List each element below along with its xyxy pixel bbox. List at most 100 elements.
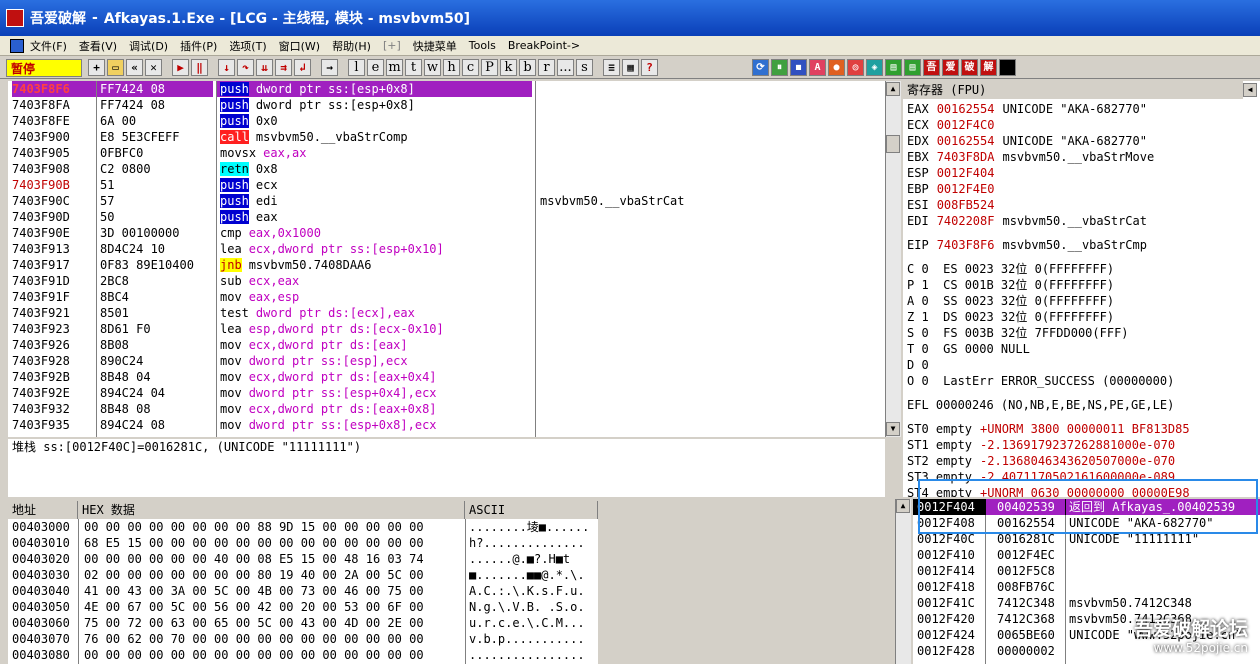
tool-memory[interactable]: m (386, 59, 403, 76)
tool-threads[interactable]: t (405, 59, 422, 76)
disasm-row[interactable]: 7403F92E 894C24 04 mov dword ptr ss:[esp+0x… (8, 385, 885, 401)
flag-row[interactable]: Z 1 DS 0023 32位 0(FFFFFFFF) (907, 309, 1257, 325)
mdi-window-icon[interactable] (10, 38, 24, 53)
menu-debug[interactable]: 调试(D) (129, 38, 168, 54)
register-efl[interactable]: EFL 00000246 (NO,NB,E,BE,NS,PE,GE,LE) (907, 397, 1257, 413)
scroll-thumb[interactable] (886, 135, 900, 153)
stack-row[interactable]: 0012F410 0012F4EC (913, 547, 1260, 563)
flag-row[interactable]: S 0 FS 003B 32位 7FFDD000(FFF) (907, 325, 1257, 341)
register-value[interactable]: 7403F8F6 (937, 238, 995, 252)
tool-run-trace[interactable]: ... (557, 59, 574, 76)
disasm-row[interactable]: 7403F92B 8B48 04 mov ecx,dword ptr ds:[eax+… (8, 369, 885, 385)
register-value[interactable]: 7402208F (937, 214, 995, 228)
plugin-green2-icon[interactable]: ▤ (885, 59, 902, 76)
black-icon[interactable] (999, 59, 1016, 76)
menu-view[interactable]: 查看(V) (79, 38, 117, 54)
disassembly-pane[interactable]: 7403F8F6 FF7424 08 push dword ptr ss:[esp+0… (8, 81, 885, 437)
disasm-row[interactable]: 7403F935 894C24 08 mov dword ptr ss:[esp+0x… (8, 417, 885, 433)
pause-icon[interactable]: ‖ (191, 59, 208, 76)
dump-row[interactable]: 00403070 76 00 62 00 70 00 00 00 00 00 00… (8, 631, 598, 647)
flag-row[interactable]: O 0 LastErr ERROR_SUCCESS (00000000) (907, 373, 1257, 389)
brand-char-4[interactable]: 解 (980, 59, 997, 76)
brand-char-2[interactable]: 爱 (942, 59, 959, 76)
execute-till-return-icon[interactable]: ↲ (294, 59, 311, 76)
register-value[interactable]: 00162554 (937, 102, 995, 116)
menu-file[interactable]: 文件(F) (30, 38, 67, 54)
plugin-blue-icon[interactable]: ◼ (790, 59, 807, 76)
step-over-icon[interactable]: ↷ (237, 59, 254, 76)
stack-row[interactable]: 0012F418 008FB76C (913, 579, 1260, 595)
menu-breakpoint[interactable]: BreakPoint-> (508, 39, 580, 52)
tool-executable-modules[interactable]: e (367, 59, 384, 76)
refresh-icon[interactable]: ⟳ (752, 59, 769, 76)
tool-patches[interactable]: P (481, 59, 498, 76)
scroll-down-icon[interactable]: ▼ (886, 422, 900, 436)
run-icon[interactable]: ▶ (172, 59, 189, 76)
disasm-row[interactable]: 7403F90C 57 push edi msvbvm50.__vbaStrCat (8, 193, 885, 209)
close-icon[interactable]: ✕ (145, 59, 162, 76)
dump-row[interactable]: 00403010 68 E5 15 00 00 00 00 00 00 00 00… (8, 535, 598, 551)
register-value[interactable]: 7403F8DA (937, 150, 995, 164)
brand-char-3[interactable]: 破 (961, 59, 978, 76)
flag-row[interactable]: P 1 CS 001B 32位 0(FFFFFFFF) (907, 277, 1257, 293)
folder-icon[interactable]: ▭ (107, 59, 124, 76)
dump-row[interactable]: 00403080 00 00 00 00 00 00 00 00 00 00 00… (8, 647, 598, 663)
register-value[interactable]: 0012F404 (937, 166, 995, 180)
tool-call-stack[interactable]: k (500, 59, 517, 76)
trace-over-icon[interactable]: ⇉ (275, 59, 292, 76)
tool-references[interactable]: r (538, 59, 555, 76)
stack-row[interactable]: 0012F41C 7412C348 msvbvm50.7412C348 (913, 595, 1260, 611)
menu-plugins[interactable]: 插件(P) (180, 38, 217, 54)
trace-into-icon[interactable]: ⇊ (256, 59, 273, 76)
disasm-row[interactable]: 7403F90B 51 push ecx (8, 177, 885, 193)
register-edx[interactable]: EDX 00162554 UNICODE "AKA-682770" (907, 133, 1257, 149)
tool-source[interactable]: s (576, 59, 593, 76)
flag-row[interactable]: C 0 ES 0023 32位 0(FFFFFFFF) (907, 261, 1257, 277)
list-icon[interactable]: ≡ (603, 59, 620, 76)
disasm-row[interactable]: 7403F926 8B08 mov ecx,dword ptr ds:[eax] (8, 337, 885, 353)
register-edi[interactable]: EDI 7402208F msvbvm50.__vbaStrCat (907, 213, 1257, 229)
register-panel-arrow-icon[interactable]: ◀ (1243, 83, 1257, 97)
grid-icon[interactable]: ▦ (622, 59, 639, 76)
step-into-icon[interactable]: ↓ (218, 59, 235, 76)
plugin-green3-icon[interactable]: ▤ (904, 59, 921, 76)
brand-char-1[interactable]: 吾 (923, 59, 940, 76)
tool-breakpoints[interactable]: b (519, 59, 536, 76)
rewind-icon[interactable]: « (126, 59, 143, 76)
register-value[interactable]: 0012F4E0 (937, 182, 995, 196)
tool-log[interactable]: l (348, 59, 365, 76)
disasm-row[interactable]: 7403F908 C2 0800 retn 0x8 (8, 161, 885, 177)
disasm-row[interactable]: 7403F8FE 6A 00 push 0x0 (8, 113, 885, 129)
dump-col-ascii[interactable]: ASCII (465, 501, 598, 519)
register-ecx[interactable]: ECX 0012F4C0 (907, 117, 1257, 133)
plugin-cyan-icon[interactable]: ◈ (866, 59, 883, 76)
register-eax[interactable]: EAX 00162554 UNICODE "AKA-682770" (907, 101, 1257, 117)
disasm-row[interactable]: 7403F923 8D61 F0 lea esp,dword ptr ds:[ecx-… (8, 321, 885, 337)
register-value[interactable]: 008FB524 (937, 198, 995, 212)
disasm-row[interactable]: 7403F913 8D4C24 10 lea ecx,dword ptr ss:[es… (8, 241, 885, 257)
scroll-up-icon[interactable]: ▲ (886, 82, 900, 96)
tool-handles[interactable]: h (443, 59, 460, 76)
flag-row[interactable]: T 0 GS 0000 NULL (907, 341, 1257, 357)
disasm-row[interactable]: 7403F932 8B48 08 mov ecx,dword ptr ds:[eax+… (8, 401, 885, 417)
fpu-row[interactable]: ST2 empty -2.1368046343620507000e-070 (907, 453, 1257, 469)
menu-options[interactable]: 选项(T) (229, 38, 266, 54)
registers-pane[interactable]: EAX 00162554 UNICODE "AKA-682770" ECX 0012F4… (903, 81, 1260, 497)
menu-tools[interactable]: Tools (469, 39, 496, 52)
disasm-row[interactable]: 7403F928 890C24 mov dword ptr ss:[esp],ecx (8, 353, 885, 369)
dump-row[interactable]: 00403000 00 00 00 00 00 00 00 00 88 9D 15… (8, 519, 598, 535)
dump-col-address[interactable]: 地址 (8, 501, 78, 519)
open-icon[interactable]: + (88, 59, 105, 76)
menu-window[interactable]: 窗口(W) (279, 38, 320, 54)
menu-plus[interactable]: [+] (383, 39, 401, 52)
register-value[interactable]: 0012F4C0 (937, 118, 995, 132)
target-icon[interactable]: ◎ (847, 59, 864, 76)
dump-row[interactable]: 00403020 00 00 00 00 00 00 40 00 08 E5 15… (8, 551, 598, 567)
menu-help[interactable]: 帮助(H) (332, 38, 371, 54)
goto-icon[interactable]: → (321, 59, 338, 76)
stack-scroll-up-icon[interactable]: ▲ (896, 499, 910, 513)
disasm-row[interactable]: 7403F8F6 FF7424 08 push dword ptr ss:[esp+0… (8, 81, 885, 97)
disasm-row[interactable]: 7403F905 0FBFC0 movsx eax,ax (8, 145, 885, 161)
disasm-row[interactable]: 7403F921 8501 test dword ptr ds:[ecx],eax (8, 305, 885, 321)
register-esp[interactable]: ESP 0012F404 (907, 165, 1257, 181)
